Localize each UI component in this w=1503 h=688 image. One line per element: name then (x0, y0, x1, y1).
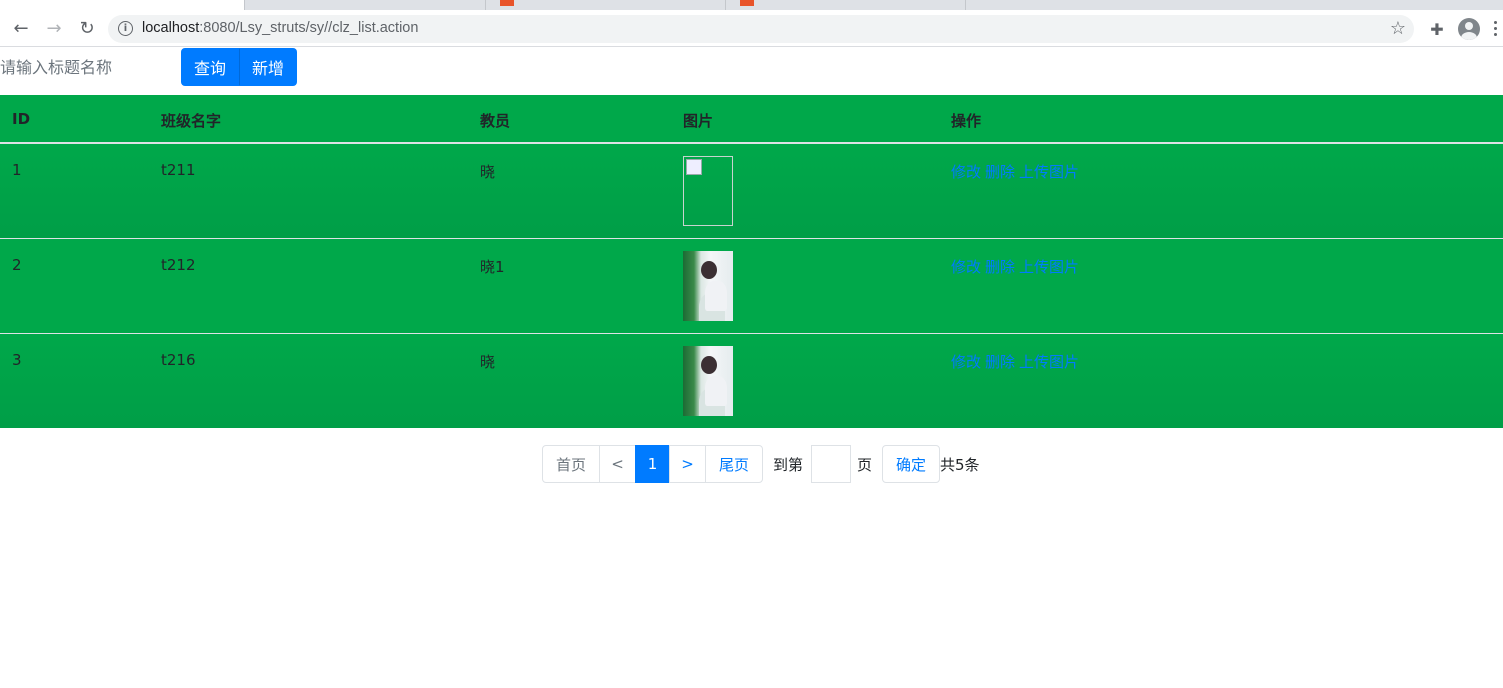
row-actions: 修改 删除 上传图片 (951, 351, 1083, 372)
upload-image-link[interactable]: 上传图片 (1019, 258, 1079, 276)
favicon-icon (740, 0, 754, 6)
confirm-button[interactable]: 确定 (882, 445, 940, 483)
profile-avatar-icon[interactable] (1458, 18, 1480, 40)
delete-link[interactable]: 删除 (985, 258, 1015, 276)
extensions-puzzle-icon[interactable]: ✚ (1426, 18, 1448, 40)
edit-link[interactable]: 修改 (951, 353, 981, 371)
header-id: ID (12, 110, 31, 128)
search-input[interactable] (0, 48, 180, 86)
row-actions: 修改 删除 上传图片 (951, 161, 1083, 182)
cell-id: 3 (12, 351, 22, 369)
cell-id: 1 (12, 161, 22, 179)
goto-prefix: 到第 (773, 456, 804, 474)
upload-image-link[interactable]: 上传图片 (1019, 163, 1079, 181)
tab-3[interactable] (488, 0, 726, 10)
tab-active[interactable] (0, 0, 245, 10)
table-header: ID 班级名字 教员 图片 操作 (0, 95, 1503, 144)
tab-4[interactable] (728, 0, 966, 10)
header-class-name: 班级名字 (161, 112, 222, 130)
edit-link[interactable]: 修改 (951, 163, 981, 181)
next-page-button[interactable]: > (669, 445, 706, 483)
prev-page-button[interactable]: < (599, 445, 636, 483)
table-row: 3 t216 晓 修改 删除 上传图片 (0, 334, 1503, 428)
last-page-button[interactable]: 尾页 (705, 445, 763, 483)
first-page-button[interactable]: 首页 (542, 445, 600, 483)
browser-toolbar: ← → ↻ i localhost:8080/Lsy_struts/sy//cl… (0, 10, 1503, 47)
upload-image-link[interactable]: 上传图片 (1019, 353, 1079, 371)
cell-teacher: 晓 (480, 353, 496, 371)
broken-image-icon (683, 156, 733, 226)
add-button[interactable]: 新增 (239, 48, 297, 86)
tab-2[interactable] (248, 0, 486, 10)
goto-page-input[interactable] (811, 445, 851, 483)
bookmark-star-icon[interactable]: ☆ (1390, 18, 1406, 39)
row-actions: 修改 删除 上传图片 (951, 256, 1083, 277)
total-count: 共5条 (940, 456, 980, 474)
address-bar[interactable]: i localhost:8080/Lsy_struts/sy//clz_list… (108, 15, 1414, 43)
class-photo-thumbnail (683, 346, 733, 416)
delete-link[interactable]: 删除 (985, 353, 1015, 371)
back-arrow-icon[interactable]: ← (10, 18, 32, 40)
page-1-button[interactable]: 1 (635, 445, 670, 483)
table-row: 2 t212 晓1 修改 删除 上传图片 (0, 239, 1503, 334)
class-table: ID 班级名字 教员 图片 操作 1 t211 晓 修改 删除 上传图片 2 t21… (0, 95, 1503, 428)
header-image: 图片 (683, 112, 714, 130)
header-teacher: 教员 (480, 112, 511, 130)
info-icon[interactable]: i (118, 21, 133, 36)
tab-strip (0, 0, 1503, 10)
goto-suffix: 页 (857, 456, 873, 474)
search-bar: 查询 新增 (0, 48, 1503, 86)
cell-class-name: t211 (161, 161, 196, 179)
delete-link[interactable]: 删除 (985, 163, 1015, 181)
cell-class-name: t212 (161, 256, 196, 274)
table-row: 1 t211 晓 修改 删除 上传图片 (0, 144, 1503, 239)
forward-arrow-icon[interactable]: → (43, 18, 65, 40)
cell-id: 2 (12, 256, 22, 274)
header-actions: 操作 (951, 112, 982, 130)
cell-class-name: t216 (161, 351, 196, 369)
cell-teacher: 晓1 (480, 258, 505, 276)
cell-teacher: 晓 (480, 163, 496, 181)
class-photo-thumbnail (683, 251, 733, 321)
query-button[interactable]: 查询 (181, 48, 239, 86)
url-text[interactable]: localhost:8080/Lsy_struts/sy//clz_list.a… (142, 20, 418, 36)
edit-link[interactable]: 修改 (951, 258, 981, 276)
reload-icon[interactable]: ↻ (76, 18, 98, 40)
menu-dots-icon[interactable] (1494, 21, 1498, 37)
favicon-icon (500, 0, 514, 6)
